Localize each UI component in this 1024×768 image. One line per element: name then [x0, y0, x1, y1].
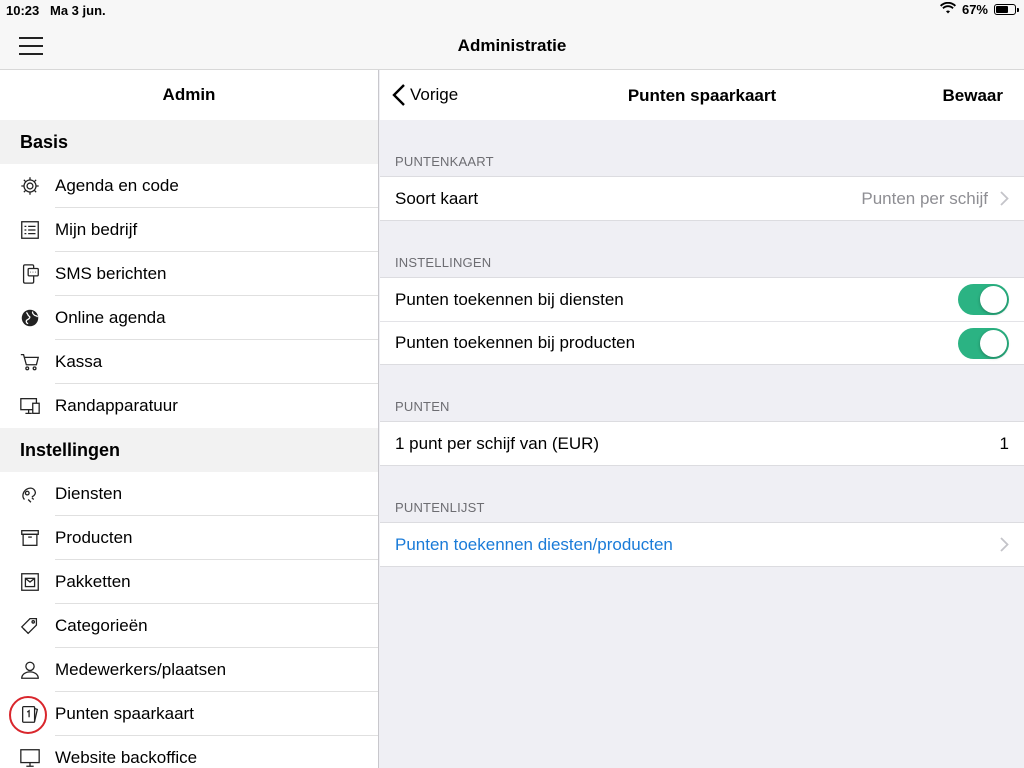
list-icon — [19, 219, 41, 241]
chevron-right-icon — [1000, 537, 1009, 552]
group-label-puntenlijst: PUNTENLIJST — [395, 500, 485, 515]
diensten-toggle[interactable] — [958, 284, 1009, 315]
admin-sidebar: Admin Basis Agenda en code Mijn bedrijf … — [0, 70, 379, 768]
group-puntenlijst: Punten toekennen diesten/producten — [380, 522, 1024, 567]
group-label-puntenkaart: PUNTENKAART — [395, 154, 494, 169]
sidebar-item-kassa[interactable]: Kassa — [0, 340, 378, 384]
sidebar-item-label: Online agenda — [55, 308, 166, 327]
row-label: 1 punt per schijf van (EUR) — [395, 433, 600, 453]
chevron-right-icon — [1000, 191, 1009, 206]
services-icon — [19, 483, 41, 505]
sidebar-item-label: SMS berichten — [55, 264, 167, 283]
sidebar-item-pakketten[interactable]: Pakketten — [0, 560, 378, 604]
sidebar-item-sms-berichten[interactable]: SMS berichten — [0, 252, 378, 296]
status-bar: 10:23 Ma 3 jun. 67% — [0, 0, 1024, 20]
sidebar-item-label: Categorieën — [55, 616, 148, 635]
sidebar-item-label: Kassa — [55, 352, 103, 371]
app-title: Administratie — [457, 36, 567, 55]
phone-message-icon — [19, 263, 41, 285]
row-value: Punten per schijf — [861, 188, 988, 208]
monitor-icon — [19, 747, 41, 768]
producten-toggle[interactable] — [958, 327, 1009, 359]
row-label: Soort kaart — [395, 188, 479, 208]
devices-icon — [19, 395, 41, 417]
sidebar-item-online-agenda[interactable]: Online agenda — [0, 296, 378, 340]
highlight-circle — [9, 696, 47, 734]
sidebar-item-producten[interactable]: Producten — [0, 516, 378, 560]
sidebar-item-label: Medewerkers/plaatsen — [55, 660, 227, 679]
sidebar-item-label: Diensten — [55, 484, 123, 503]
status-date: Ma 3 jun. — [50, 3, 106, 18]
group-label-punten: PUNTEN — [395, 399, 450, 414]
detail-title: Punten spaarkaart — [627, 86, 777, 105]
sidebar-item-mijn-bedrijf[interactable]: Mijn bedrijf — [0, 208, 378, 252]
package-icon — [19, 571, 41, 593]
detail-nav-bar: Vorige Punten spaarkaart Bewaar — [380, 70, 1024, 120]
points-list-link[interactable]: Punten toekennen diesten/producten — [395, 535, 673, 555]
row-label: Punten toekennen bij producten — [395, 333, 636, 352]
sidebar-header: Admin — [0, 70, 378, 120]
row-label: Punten toekennen bij diensten — [395, 289, 624, 309]
person-icon — [19, 659, 41, 681]
sidebar-item-categorieen[interactable]: Categorieën — [0, 604, 378, 648]
toggle-row-producten: Punten toekennen bij producten — [380, 321, 1024, 364]
card-type-row[interactable]: Soort kaart Punten per schijf — [380, 177, 1024, 220]
points-value[interactable]: 1 — [1000, 434, 1009, 454]
battery-icon — [994, 4, 1019, 15]
toggle-row-diensten: Punten toekennen bij diensten — [380, 278, 1024, 321]
section-basis: Basis — [0, 120, 378, 164]
sidebar-item-label: Website backoffice — [55, 748, 198, 767]
top-nav-bar: Administratie — [0, 20, 1024, 70]
sidebar-item-randapparatuur[interactable]: Randapparatuur — [0, 384, 378, 428]
globe-icon — [19, 307, 41, 329]
cart-icon — [19, 351, 41, 373]
points-list-row[interactable]: Punten toekennen diesten/producten — [380, 523, 1024, 566]
section-instellingen: Instellingen — [0, 428, 378, 472]
sidebar-item-label: Randapparatuur — [55, 396, 178, 415]
sidebar-item-punten-spaarkaart[interactable]: Punten spaarkaart — [0, 692, 378, 736]
group-label-instellingen: INSTELLINGEN — [395, 255, 492, 270]
group-punten: 1 punt per schijf van (EUR) 1 — [380, 421, 1024, 466]
group-instellingen: Punten toekennen bij diensten Punten toe… — [380, 277, 1024, 365]
group-puntenkaart: Soort kaart Punten per schijf — [380, 176, 1024, 221]
detail-panel: Vorige Punten spaarkaart Bewaar PUNTENKA… — [380, 70, 1024, 768]
save-button[interactable]: Bewaar — [943, 86, 1003, 106]
tags-icon — [19, 615, 41, 637]
sidebar-item-label: Producten — [55, 528, 133, 547]
sidebar-item-label: Mijn bedrijf — [55, 220, 138, 239]
wifi-icon — [939, 1, 956, 17]
sidebar-item-agenda-en-code[interactable]: Agenda en code — [0, 164, 378, 208]
status-right: 67% — [939, 1, 1019, 17]
box-icon — [19, 527, 41, 549]
sidebar-item-website-backoffice[interactable]: Website backoffice — [0, 736, 378, 768]
status-time: 10:23 — [6, 3, 40, 18]
battery-percent: 67% — [961, 2, 988, 17]
sidebar-item-diensten[interactable]: Diensten — [0, 472, 378, 516]
sidebar-item-label: Agenda en code — [55, 176, 179, 195]
sidebar-item-medewerkers-plaatsen[interactable]: Medewerkers/plaatsen — [0, 648, 378, 692]
sidebar-item-label: Punten spaarkaart — [55, 704, 194, 723]
gear-icon — [19, 175, 41, 197]
points-per-amount-row[interactable]: 1 punt per schijf van (EUR) 1 — [380, 422, 1024, 465]
sidebar-item-label: Pakketten — [55, 572, 131, 591]
